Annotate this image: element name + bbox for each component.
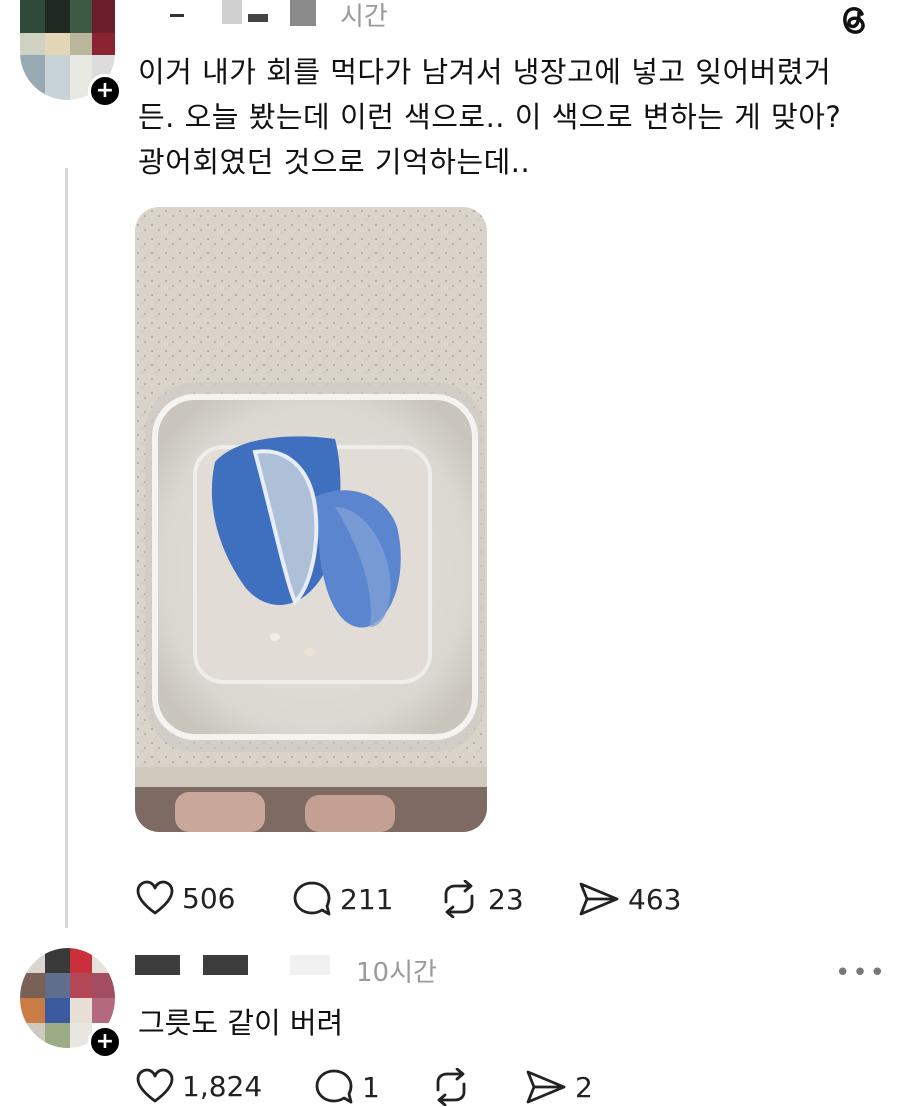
reply-repost-button[interactable] xyxy=(430,1068,472,1106)
author-name-part xyxy=(222,0,242,24)
author-name[interactable] xyxy=(170,14,184,17)
repost-button[interactable]: 23 xyxy=(438,880,524,918)
post-body: 이거 내가 회를 먹다가 남겨서 냉장고에 넣고 잊어버렸거 든. 오늘 봤는데… xyxy=(138,50,878,185)
send-icon xyxy=(526,1070,566,1104)
author-name-part xyxy=(248,14,268,22)
reply-comment-button[interactable]: 1 xyxy=(314,1068,380,1106)
post-text-line: 광어회였던 것으로 기억하는데.. xyxy=(138,145,531,179)
reply-like-button[interactable]: 1,824 xyxy=(136,1068,262,1104)
repost-icon xyxy=(444,880,474,918)
threads-logo-icon[interactable] xyxy=(835,1,873,39)
share-count: 463 xyxy=(628,882,682,916)
reply-comment-count: 1 xyxy=(362,1070,380,1104)
heart-icon xyxy=(136,1068,174,1103)
photo-illustration xyxy=(135,207,487,832)
heart-icon xyxy=(136,880,174,915)
reply-author-name-part xyxy=(290,955,330,975)
comment-bubble-icon xyxy=(315,1069,353,1104)
post-text-line: 이거 내가 회를 먹다가 남겨서 냉장고에 넣고 잊어버렸거 xyxy=(138,55,832,89)
repost-count: 23 xyxy=(488,882,524,916)
send-icon xyxy=(579,882,619,916)
reply-follow-plus-icon[interactable]: + xyxy=(88,1025,122,1059)
like-count: 506 xyxy=(182,881,236,915)
repost-icon xyxy=(436,1068,466,1106)
comment-count: 211 xyxy=(340,882,394,916)
comment-button[interactable]: 211 xyxy=(292,880,393,918)
follow-plus-icon[interactable]: + xyxy=(88,74,122,108)
reply-share-count: 2 xyxy=(575,1070,593,1104)
thread-connector-line xyxy=(65,168,68,928)
post-text-line: 든. 오늘 봤는데 이런 색으로.. 이 색으로 변하는 게 맞아? xyxy=(138,100,842,134)
reply-author-name-part xyxy=(203,955,248,975)
post-time: 시간 xyxy=(340,2,388,32)
comment-bubble-icon xyxy=(293,881,331,916)
reply-like-count: 1,824 xyxy=(182,1069,263,1103)
more-dots-icon[interactable]: ••• xyxy=(835,958,887,988)
reply-author-name[interactable] xyxy=(135,955,180,975)
author-name-part xyxy=(290,0,316,26)
share-button[interactable]: 463 xyxy=(578,880,681,918)
like-button[interactable]: 506 xyxy=(136,880,235,916)
reply-share-button[interactable]: 2 xyxy=(525,1068,593,1106)
post-photo[interactable] xyxy=(135,207,487,832)
reply-body: 그릇도 같이 버려 xyxy=(138,1006,344,1040)
reply-time: 10시간 xyxy=(356,958,437,988)
